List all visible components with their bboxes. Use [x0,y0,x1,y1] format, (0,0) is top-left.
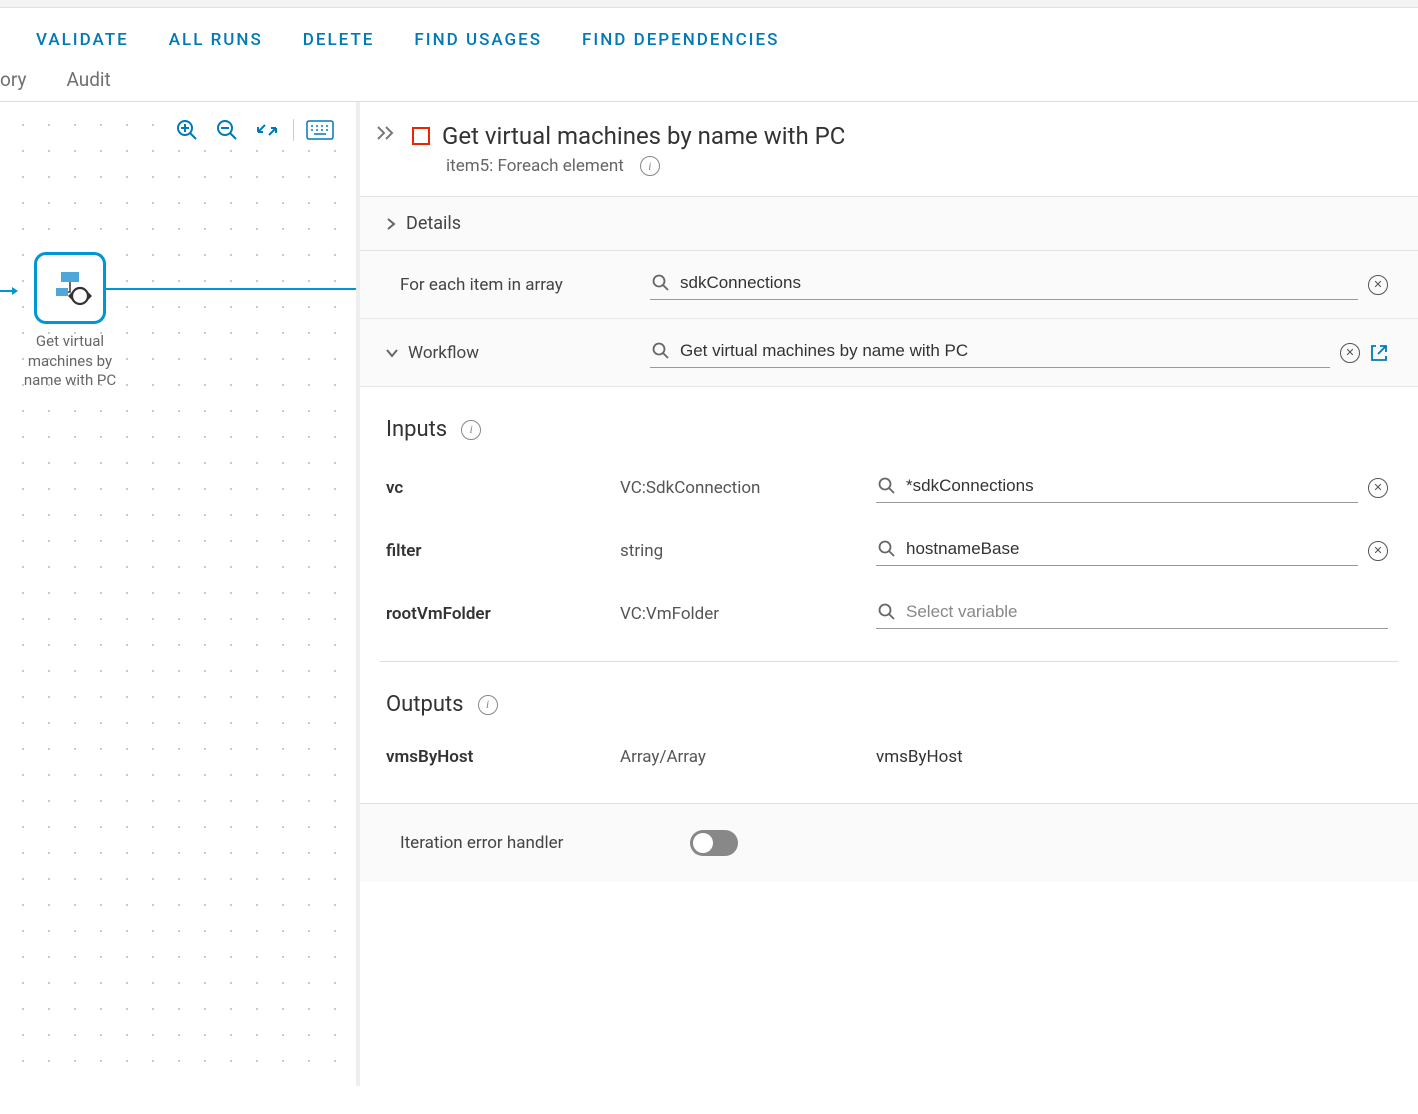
chevron-right-icon [386,218,396,230]
output-row-vmsbyhost: vmsByHost Array/Array vmsByHost [360,731,1418,783]
search-icon [878,603,896,621]
input-name: vc [360,478,620,498]
input-row-rootvmfolder: rootVmFolder VC:VmFolder [360,582,1418,645]
input-type: string [620,541,876,561]
foreach-node-icon [34,252,106,324]
zoom-in-icon[interactable] [173,116,201,144]
input-filter-field[interactable] [876,535,1358,566]
output-type: Array/Array [620,747,876,767]
output-value: vmsByHost [876,747,1418,767]
input-name: filter [360,541,620,561]
canvas-line-out [104,288,356,290]
info-icon[interactable]: i [461,420,481,440]
clear-icon[interactable]: ✕ [1340,343,1360,363]
action-bar: VALIDATE ALL RUNS DELETE FIND USAGES FIN… [0,8,1418,68]
chevron-down-icon [386,348,398,358]
inputs-section-title: Inputs i [360,387,1418,456]
search-icon [652,342,670,360]
input-row-vc: vc VC:SdkConnection ✕ [360,456,1418,519]
toggle-label: Iteration error handler [400,833,690,853]
details-section-header[interactable]: Details [360,197,1418,251]
workflow-field-label[interactable]: Workflow [360,343,650,363]
panel-title: Get virtual machines by name with PC [442,122,845,150]
zoom-out-icon[interactable] [213,116,241,144]
clear-icon[interactable]: ✕ [1368,478,1388,498]
panel-subtitle: item5: Foreach element [446,156,624,176]
fit-screen-icon[interactable] [253,116,281,144]
properties-pane: Get virtual machines by name with PC ite… [360,102,1418,1086]
tab-history[interactable]: ory [0,68,26,91]
input-rootvmfolder-field[interactable] [876,598,1388,629]
output-name: vmsByHost [360,747,620,767]
tab-bar: ory Audit [0,68,1418,101]
tab-audit[interactable]: Audit [66,68,110,91]
validate-action[interactable]: VALIDATE [36,30,129,50]
input-name: rootVmFolder [360,604,620,624]
canvas-arrow-in [0,286,18,288]
outputs-section-title: Outputs i [360,662,1418,731]
search-icon [652,274,670,292]
canvas-node[interactable]: Get virtual machines by name with PC [20,252,120,391]
clear-icon[interactable]: ✕ [1368,541,1388,561]
element-type-icon [412,127,430,145]
input-row-filter: filter string ✕ [360,519,1418,582]
iteration-error-handler-row: Iteration error handler [360,803,1418,882]
all-runs-action[interactable]: ALL RUNS [169,30,263,50]
foreach-array-input[interactable] [650,269,1358,300]
info-icon[interactable]: i [478,695,498,715]
canvas-toolbar [169,112,338,148]
input-type: VC:SdkConnection [620,478,876,498]
open-external-icon[interactable] [1370,344,1388,362]
collapse-panel-icon[interactable] [376,122,394,140]
node-label: Get virtual machines by name with PC [20,332,120,391]
input-vc-field[interactable] [876,472,1358,503]
input-type: VC:VmFolder [620,604,876,624]
keyboard-icon[interactable] [306,116,334,144]
find-usages-action[interactable]: FIND USAGES [414,30,542,50]
foreach-field-label: For each item in array [360,275,650,295]
find-deps-action[interactable]: FIND DEPENDENCIES [582,30,779,50]
search-icon [878,540,896,558]
search-icon [878,477,896,495]
iteration-error-toggle[interactable] [690,830,738,856]
workflow-input[interactable] [650,337,1330,368]
info-icon[interactable]: i [640,156,660,176]
delete-action[interactable]: DELETE [303,30,375,50]
clear-icon[interactable]: ✕ [1368,275,1388,295]
canvas-pane[interactable]: Get virtual machines by name with PC [0,102,360,1086]
